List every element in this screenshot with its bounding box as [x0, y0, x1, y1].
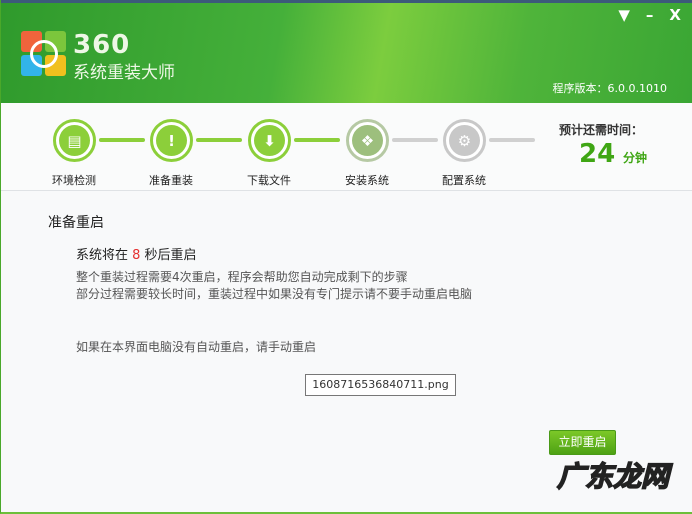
restart-now-button[interactable]: 立即重启 [549, 430, 616, 455]
step-label: 下载文件 [247, 174, 291, 187]
header: 360 系统重装大师 ▼ – X 程序版本：6.0.0.1010 [1, 0, 692, 103]
watermark: 广东龙网 [556, 459, 670, 494]
step-label: 安装系统 [345, 174, 389, 187]
step-label: 准备重装 [149, 174, 193, 187]
filename-label: 1608716536840711.png [305, 374, 456, 396]
document-alert-icon: ! [150, 119, 193, 162]
eta-label: 预计还需时间： [559, 123, 644, 137]
eta-unit: 分钟 [623, 151, 648, 165]
progress-steps: ▤ ! ⬇ ❖ ⚙ 环境检测 准备重装 下载文件 安装系统 配置系统 预计还需时… [1, 103, 692, 191]
close-button[interactable]: X [669, 6, 681, 24]
version-label: 程序版本：6.0.0.1010 [552, 82, 667, 95]
manual-restart-hint: 如果在本界面电脑没有自动重启，请手动重启 [76, 340, 317, 354]
install-box-icon: ❖ [346, 119, 389, 162]
description: 整个重装过程需要4次重启，程序会帮助您自动完成剩下的步骤 部分过程需要较长时间，… [76, 270, 473, 301]
logo-icon [21, 31, 67, 77]
brand-name: 系统重装大师 [73, 63, 175, 83]
eta-value: 24 [579, 139, 616, 169]
step-label: 环境检测 [52, 174, 96, 187]
page-title: 准备重启 [48, 215, 104, 231]
brand-number: 360 [73, 30, 131, 60]
installer-window: 360 系统重装大师 ▼ – X 程序版本：6.0.0.1010 ▤ ! ⬇ ❖… [0, 0, 692, 514]
step-label: 配置系统 [442, 174, 486, 187]
windows-gear-icon: ⚙ [443, 119, 486, 162]
menu-dropdown-icon[interactable]: ▼ [618, 6, 630, 24]
download-icon: ⬇ [248, 119, 291, 162]
computer-icon: ▤ [53, 119, 96, 162]
minimize-button[interactable]: – [646, 6, 654, 24]
countdown-text: 系统将在 8 秒后重启 [76, 248, 197, 263]
